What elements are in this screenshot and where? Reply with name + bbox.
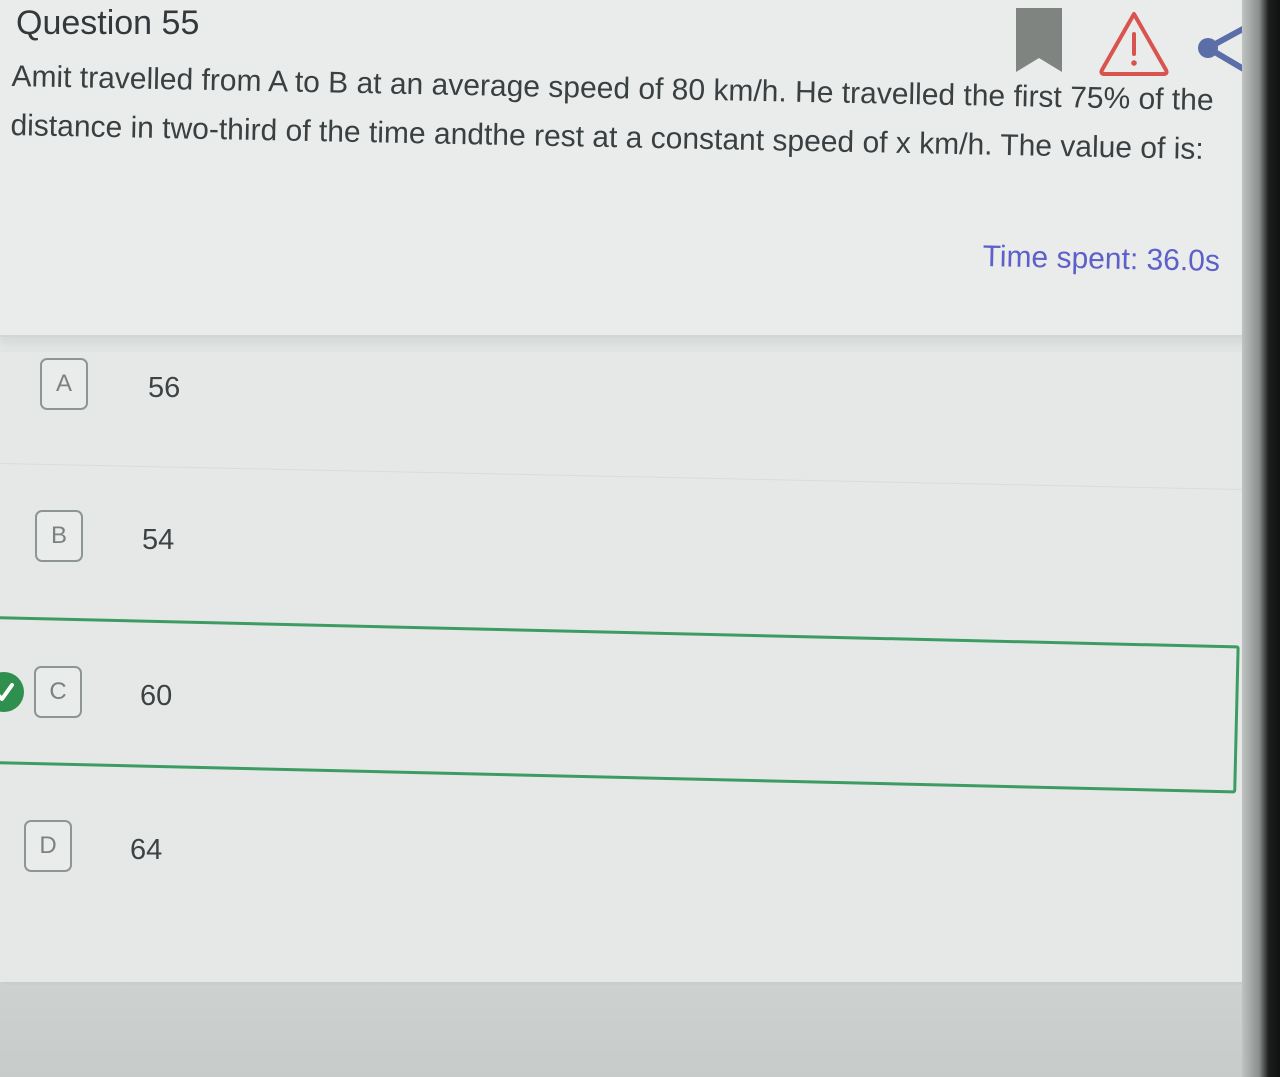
option-letter-c: C <box>34 666 82 718</box>
option-d[interactable]: D 64 <box>0 812 1260 942</box>
option-letter-d: D <box>24 820 72 872</box>
option-value-d: 64 <box>130 834 163 866</box>
options-panel: A 56 B 54 C 60 D 64 <box>0 352 1266 982</box>
option-value-a: 56 <box>148 372 181 404</box>
question-card: Question 55 Amit travelled from A to B a… <box>0 0 1266 337</box>
option-value-b: 54 <box>142 524 175 556</box>
option-value-c: 60 <box>140 680 173 712</box>
device-bezel <box>1242 0 1280 1077</box>
option-letter-b: B <box>35 510 83 562</box>
question-number: Question 55 <box>16 4 200 42</box>
screen: Question 55 Amit travelled from A to B a… <box>0 0 1280 1077</box>
option-a[interactable]: A 56 <box>0 352 1260 491</box>
bottom-area <box>0 985 1250 1077</box>
report-warning-icon[interactable] <box>1098 10 1170 81</box>
time-spent: Time spent: 36.0s <box>982 240 1221 278</box>
bookmark-icon[interactable] <box>1014 8 1064 77</box>
option-b[interactable]: B 54 <box>0 504 1260 634</box>
option-divider <box>0 463 1260 491</box>
option-c[interactable]: C 60 <box>0 616 1260 796</box>
selected-option-border <box>0 616 1240 794</box>
option-letter-a: A <box>40 358 88 410</box>
